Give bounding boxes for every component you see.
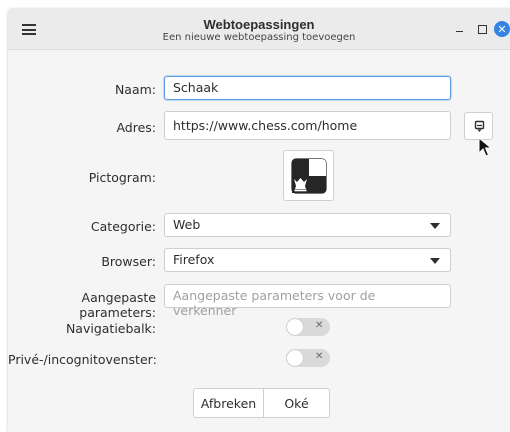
address-label: Adres: (116, 120, 156, 135)
chess-queen-icon (291, 158, 327, 194)
name-label: Naam: (114, 82, 156, 97)
title-bar: Webtoepassingen Een nieuwe webtoepassing… (8, 8, 510, 50)
minimize-icon[interactable] (451, 21, 467, 37)
switch-knob (287, 350, 303, 366)
params-label: Aangepaste parameters: (79, 290, 156, 320)
maximize-icon[interactable] (474, 21, 490, 37)
close-icon[interactable]: ✕ (494, 21, 510, 37)
browser-value: Firefox (173, 252, 215, 267)
params-field[interactable]: Aangepaste parameters voor de verkenner (164, 284, 451, 318)
switch-knob (287, 319, 303, 335)
cancel-button[interactable]: Afbreken (193, 388, 264, 418)
browser-label: Browser: (101, 254, 156, 269)
private-window-label: Privé-/incognitovenster: (8, 352, 157, 367)
window-subtitle: Een nieuwe webtoepassing toevoegen (162, 32, 356, 43)
category-label: Categorie: (90, 219, 156, 234)
webapps-window: Webtoepassingen Een nieuwe webtoepassing… (8, 8, 510, 432)
app-icon-button[interactable] (283, 150, 334, 201)
navbar-label: Navigatiebalk: (65, 321, 156, 336)
icon-label: Pictogram: (88, 170, 156, 185)
ok-button[interactable]: Oké (263, 388, 330, 418)
private-window-switch[interactable]: ✕ (286, 349, 330, 367)
address-field[interactable]: https://www.chess.com/home (164, 111, 451, 140)
window-title: Webtoepassingen (203, 17, 315, 32)
category-select[interactable]: Web (164, 213, 451, 237)
navbar-switch[interactable]: ✕ (286, 318, 330, 336)
chevron-down-icon (430, 223, 440, 229)
switch-off-icon: ✕ (315, 351, 324, 362)
switch-off-icon: ✕ (315, 320, 324, 331)
browser-select[interactable]: Firefox (164, 248, 451, 272)
mouse-pointer-icon (478, 137, 493, 157)
category-value: Web (173, 217, 201, 232)
favicon-fetch-button[interactable] (464, 112, 493, 140)
name-field[interactable]: Schaak (164, 76, 451, 100)
chevron-down-icon (430, 258, 440, 264)
